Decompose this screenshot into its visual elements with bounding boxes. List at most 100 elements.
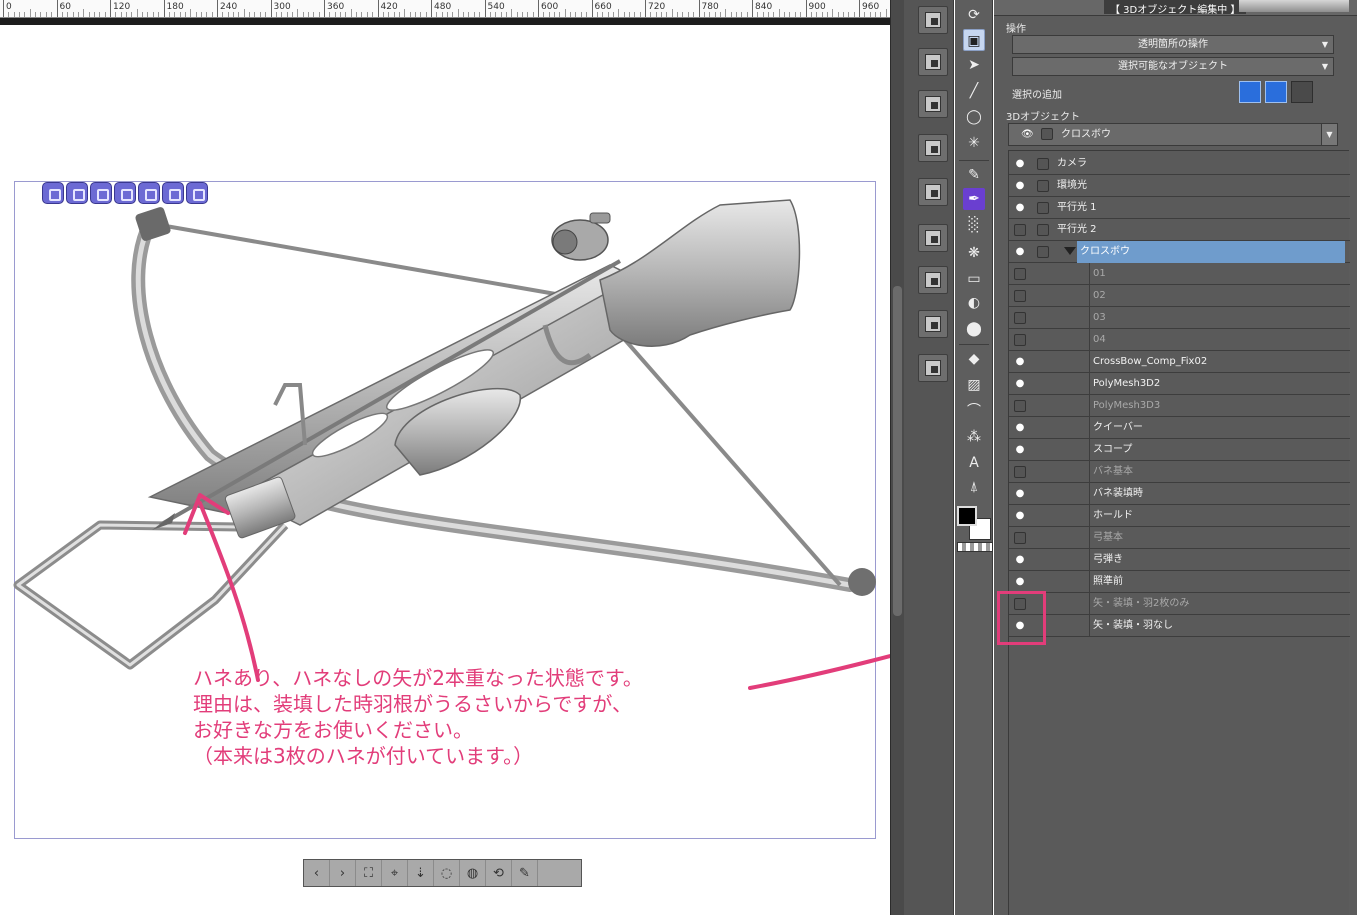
lock-checkbox[interactable] bbox=[1037, 180, 1049, 192]
transparent-color-swatch[interactable] bbox=[957, 542, 993, 552]
subtract-selection-button[interactable] bbox=[1291, 81, 1313, 103]
new-folder-icon[interactable] bbox=[918, 310, 948, 338]
parts-list-row[interactable]: ● スコープ bbox=[1009, 439, 1350, 461]
fill-icon[interactable]: ⬤ bbox=[963, 318, 985, 340]
new-folder-2-icon[interactable] bbox=[918, 354, 948, 382]
object-dropdown[interactable]: 👁 クロスボウ ▼ bbox=[1008, 123, 1338, 146]
object-select-icon[interactable]: ▣ bbox=[963, 29, 985, 51]
object-rotate-icon[interactable] bbox=[138, 182, 160, 204]
parts-list-row[interactable]: ● バネ装填時 bbox=[1009, 483, 1350, 505]
new-tone-layer-icon[interactable] bbox=[918, 90, 948, 118]
parts-list-row[interactable]: ● 矢・装填・羽なし bbox=[1009, 615, 1350, 637]
new-image-layer-icon[interactable] bbox=[918, 224, 948, 252]
visibility-toggle[interactable] bbox=[1014, 312, 1026, 324]
parts-list-row[interactable]: ● 平行光 1 bbox=[1009, 197, 1350, 219]
new-correction-layer-icon[interactable] bbox=[918, 266, 948, 294]
gradient-icon[interactable]: ▨ bbox=[963, 374, 985, 396]
figure-icon[interactable]: ⌒ bbox=[963, 400, 985, 422]
add-selection-button[interactable] bbox=[1265, 81, 1287, 103]
visibility-toggle[interactable] bbox=[1014, 224, 1026, 236]
lock-checkbox[interactable] bbox=[1037, 246, 1049, 258]
eye-icon[interactable]: ● bbox=[1014, 158, 1026, 170]
text-icon[interactable]: A bbox=[963, 452, 985, 474]
decoration-icon[interactable]: ❋ bbox=[963, 242, 985, 264]
parts-list-row[interactable]: 01 bbox=[1009, 263, 1350, 285]
eye-icon[interactable]: ● bbox=[1014, 246, 1026, 258]
parts-list-row[interactable]: 矢・装填・羽2枚のみ bbox=[1009, 593, 1350, 615]
eraser-icon[interactable]: ▭ bbox=[963, 268, 985, 290]
lock-checkbox[interactable] bbox=[1037, 202, 1049, 214]
parts-list-row[interactable]: ● 環境光 bbox=[1009, 175, 1350, 197]
lighting-button[interactable]: ◍ bbox=[460, 860, 486, 886]
parts-list-row[interactable]: PolyMesh3D3 bbox=[1009, 395, 1350, 417]
reset-button[interactable]: ◌ bbox=[434, 860, 460, 886]
rotate-button[interactable]: ⟲ bbox=[486, 860, 512, 886]
parts-list-row[interactable]: バネ基本 bbox=[1009, 461, 1350, 483]
eye-icon[interactable]: ● bbox=[1014, 510, 1026, 522]
magic-wand-icon[interactable]: ✳ bbox=[963, 132, 985, 154]
edit-button[interactable]: ✎ bbox=[512, 860, 538, 886]
camera-dolly-icon[interactable] bbox=[90, 182, 112, 204]
eyedropper-icon[interactable]: ╱ bbox=[963, 80, 985, 102]
vertical-scrollbar[interactable] bbox=[890, 0, 904, 915]
visibility-toggle[interactable] bbox=[1014, 400, 1026, 412]
transparent-op-dropdown[interactable]: 透明箇所の操作 ▼ bbox=[1012, 35, 1334, 54]
ground-button[interactable]: ⇣ bbox=[408, 860, 434, 886]
visibility-toggle[interactable] bbox=[1014, 268, 1026, 280]
register-material-button[interactable]: ⛶ bbox=[356, 860, 382, 886]
visibility-toggle[interactable] bbox=[1014, 532, 1026, 544]
visibility-toggle[interactable] bbox=[1014, 334, 1026, 346]
lock-checkbox[interactable] bbox=[1041, 128, 1053, 140]
eye-icon[interactable]: ● bbox=[1014, 576, 1026, 588]
3d-camera-gizmo[interactable] bbox=[42, 182, 208, 206]
lock-checkbox[interactable] bbox=[1037, 158, 1049, 170]
parts-list-row[interactable]: ● ホールド bbox=[1009, 505, 1350, 527]
operation-icon[interactable]: ➤ bbox=[963, 54, 985, 76]
object-ground-icon[interactable] bbox=[186, 182, 208, 204]
new-selection-button[interactable] bbox=[1239, 81, 1261, 103]
parts-list-row[interactable]: 平行光 2 bbox=[1009, 219, 1350, 241]
new-vector-layer-icon[interactable] bbox=[918, 48, 948, 76]
parts-list-row[interactable]: 03 bbox=[1009, 307, 1350, 329]
eye-icon[interactable]: ● bbox=[1014, 378, 1026, 390]
eye-icon[interactable]: ● bbox=[1014, 554, 1026, 566]
focus-button[interactable]: ⌖ bbox=[382, 860, 408, 886]
eye-icon[interactable]: ● bbox=[1014, 356, 1026, 368]
brush-icon[interactable]: ✒ bbox=[963, 188, 985, 210]
parts-list-row[interactable]: ● 弓弾き bbox=[1009, 549, 1350, 571]
parts-list-row[interactable]: ● クイーバー bbox=[1009, 417, 1350, 439]
visibility-toggle[interactable] bbox=[1014, 466, 1026, 478]
prev-button[interactable]: ‹ bbox=[304, 860, 330, 886]
camera-rotate-icon[interactable] bbox=[42, 182, 64, 204]
crossbow-3d-model[interactable] bbox=[0, 25, 890, 915]
fill-bucket-icon[interactable]: ◆ bbox=[963, 348, 985, 370]
parts-list-row[interactable]: ● CrossBow_Comp_Fix02 bbox=[1009, 351, 1350, 373]
next-button[interactable]: › bbox=[330, 860, 356, 886]
selectable-object-dropdown[interactable]: 選択可能なオブジェクト ▼ bbox=[1012, 57, 1334, 76]
balloon-icon[interactable]: ⍋ bbox=[963, 476, 985, 498]
object-move-icon[interactable] bbox=[114, 182, 136, 204]
blend-icon[interactable]: ◐ bbox=[963, 292, 985, 314]
parts-list-row[interactable]: 02 bbox=[1009, 285, 1350, 307]
object-rotate-xy-icon[interactable] bbox=[162, 182, 184, 204]
new-frame-layer-icon[interactable] bbox=[918, 134, 948, 162]
parts-list-row[interactable]: ● PolyMesh3D2 bbox=[1009, 373, 1350, 395]
eye-icon[interactable]: 👁 bbox=[1021, 124, 1034, 145]
lasso-icon[interactable]: ◯ bbox=[963, 106, 985, 128]
eye-icon[interactable]: ● bbox=[1014, 444, 1026, 456]
parts-list-row[interactable]: ● クロスボウ bbox=[1009, 241, 1350, 263]
parts-list-row[interactable]: ● カメラ bbox=[1009, 153, 1350, 175]
camera-pan-icon[interactable] bbox=[66, 182, 88, 204]
scroll-thumb[interactable] bbox=[893, 286, 902, 616]
eye-icon[interactable]: ● bbox=[1014, 202, 1026, 214]
lock-checkbox[interactable] bbox=[1037, 224, 1049, 236]
visibility-toggle[interactable] bbox=[1014, 290, 1026, 302]
frame-icon[interactable]: ⁂ bbox=[963, 426, 985, 448]
parts-list-row[interactable]: 04 bbox=[1009, 329, 1350, 351]
pen-icon[interactable]: ✎ bbox=[963, 164, 985, 186]
expand-triangle-icon[interactable] bbox=[1064, 247, 1076, 255]
foreground-color-swatch[interactable] bbox=[957, 506, 977, 526]
eye-icon[interactable]: ● bbox=[1014, 422, 1026, 434]
parts-list-row[interactable]: 弓基本 bbox=[1009, 527, 1350, 549]
eye-icon[interactable]: ● bbox=[1014, 488, 1026, 500]
